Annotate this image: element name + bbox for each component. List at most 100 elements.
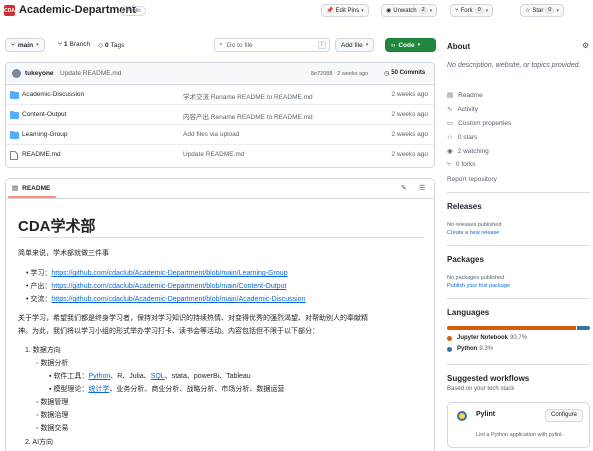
sql-link[interactable]: SQL [151,373,165,380]
outline-icon[interactable]: ☰ [419,184,425,192]
readme-title: CDA学术部 [18,218,96,235]
watching-link[interactable]: ◉ 2 watching [447,147,489,156]
readme-link[interactable]: ▤ Readme [447,91,483,100]
forks-link[interactable]: ⑂ 0 forks [447,161,475,168]
list-item: ◦ 数据治理 [36,412,69,419]
divider [447,298,590,299]
readme-header: ▤ README ✎ ☰ [6,179,434,199]
file-row-academic-discussion[interactable]: Academic-Discussion 学术交流 Rename README t… [6,85,434,105]
custom-properties-link[interactable]: ▭ Custom properties [447,119,512,128]
divider [447,364,590,365]
ordered-item-2: 2. AI方向 [25,439,54,446]
link-label: 产出： [30,283,52,290]
language-jupyter[interactable]: Jupyter Notebook 90.7% [447,335,527,341]
branches-count: 1 [63,41,68,48]
branch-selector[interactable]: ⑂ main ▾ [5,38,45,52]
unwatch-label: Unwatch [393,7,417,14]
add-file-button[interactable]: Add file ▾ [335,38,375,52]
file-name[interactable]: Academic-Discussion [22,91,84,98]
content-output-link[interactable]: https://github.com/cdaclub/Academic-Depa… [51,283,286,290]
list-item: ◦ 数据分析 [36,360,69,367]
latest-commit: tukeyone Update README.md 8e72088 · 2 we… [6,63,434,85]
fork-button[interactable]: ⑂ Fork 0 ▾ [450,4,494,17]
star-button[interactable]: ☆ Star 0 ▾ [520,4,564,17]
list-item: ◦ 数据交易 [36,425,69,432]
avatar[interactable] [12,69,21,78]
link-label: 学习： [30,270,52,277]
file-name[interactable]: Learning-Group [22,131,68,138]
list-item: ◦ 数据管理 [36,399,69,406]
list-item-tools: ▪ 软件工具：Python、R、Julia、SQL、stata、powerBi、… [49,373,251,380]
stars-link[interactable]: ☆ 0 stars [447,133,478,142]
unwatch-button[interactable]: ◉ Unwatch 2 ▾ [381,4,438,17]
branches-label: Branch [69,41,91,48]
language-bar [447,326,590,330]
workflow-card-pylint: Pylint Configure Lint a Python applicati… [447,402,590,448]
commit-sha-time[interactable]: 8e72088 · 2 weeks ago [311,71,368,77]
star-count: 0 [545,7,555,14]
academic-discussion-link[interactable]: https://github.com/cdaclub/Academic-Depa… [51,296,305,303]
commits-link[interactable]: ◷ 50 Commits [384,70,425,77]
link-label: 交流： [30,296,52,303]
report-repository-link[interactable]: Report repository [447,176,497,183]
file-commit-message[interactable]: 内容产出 Rename README to README.md [183,111,313,121]
org-logo[interactable]: CDA [4,5,15,16]
readme-paragraph-line-2: 神。为此，我们将以学习小组的形式举办学习打卡、读书会等活动。内容包括但不限于以下… [18,328,319,335]
shortcut-key: t [318,41,326,49]
no-packages-text: No packages published [447,275,505,281]
readme-tab-label: README [22,184,51,192]
models-label: 模型理论： [53,386,89,393]
edit-icon[interactable]: ✎ [401,184,407,192]
chevron-down-icon: ▾ [485,7,489,14]
file-row-content-output[interactable]: Content-Output 内容产出 Rename README to REA… [6,105,434,125]
edit-pins-button[interactable]: 📌 Edit Pins ▾ [321,4,369,17]
statistics-link[interactable]: 统计学 [88,386,109,393]
learning-group-link[interactable]: https://github.com/cdaclub/Academic-Depa… [51,270,287,277]
activity-link[interactable]: ∿ Activity [447,105,478,114]
eye-icon: ◉ [447,148,453,155]
code-label: Code [398,41,415,49]
file-icon [10,151,18,160]
chevron-down-icon: ▾ [417,42,421,48]
star-icon: ☆ [447,134,453,141]
divider [18,237,424,238]
packages-heading[interactable]: Packages [447,255,484,264]
python-link[interactable]: Python [88,373,110,380]
fork-icon: ⑂ [455,7,459,14]
note-icon: ▭ [447,120,454,127]
list-item: • 交流：https://github.com/cdaclub/Academic… [26,296,306,303]
file-name[interactable]: Content-Output [22,111,66,118]
commit-author[interactable]: tukeyone [25,70,54,77]
file-row-learning-group[interactable]: Learning-Group Add files via upload 2 we… [6,125,434,145]
commit-message[interactable]: Update README.md [60,70,121,77]
pin-icon: 📌 [326,8,334,14]
file-commit-message[interactable]: Add files via upload [183,131,239,138]
file-date: 2 weeks ago [391,111,429,118]
readme-tab[interactable]: ▤ README [12,184,51,193]
file-row-readme[interactable]: README.md Update README.md 2 weeks ago [6,145,434,165]
create-release-link[interactable]: Create a new release [447,230,499,236]
branch-icon: ⑂ [58,41,62,48]
repo-name[interactable]: Academic-Department [19,4,136,16]
file-name[interactable]: README.md [22,151,61,158]
branches-link[interactable]: ⑂ 1 Branch [58,41,90,48]
stars-label: 0 stars [457,133,478,141]
code-button[interactable]: ‹› Code ▾ [385,38,436,52]
folder-icon [10,111,19,119]
go-to-file-input[interactable]: ⌕ Go to file t [214,38,330,52]
star-icon: ☆ [525,8,531,14]
tab-underline [8,196,56,198]
gear-icon[interactable]: ⚙ [582,41,589,50]
file-commit-message[interactable]: Update README.md [183,151,244,158]
releases-heading[interactable]: Releases [447,202,482,211]
custom-properties-label: Custom properties [458,119,512,127]
language-python[interactable]: Python 9.3% [447,346,493,352]
readme-paragraph-line-1: 关于学习，希望我们都是终身学习者，保持对学习知识的持续热情、对变得优秀的强烈渴望… [18,315,368,322]
configure-button[interactable]: Configure [545,409,584,422]
file-commit-message[interactable]: 学术交流 Rename README to README.md [183,91,313,101]
file-date: 2 weeks ago [391,151,429,158]
publish-package-link[interactable]: Publish your first package [447,283,510,289]
list-item-text: 数据管理 [40,399,69,406]
branch-icon: ⑂ [11,41,15,49]
tags-link[interactable]: ◇ 0 Tags [98,41,124,50]
